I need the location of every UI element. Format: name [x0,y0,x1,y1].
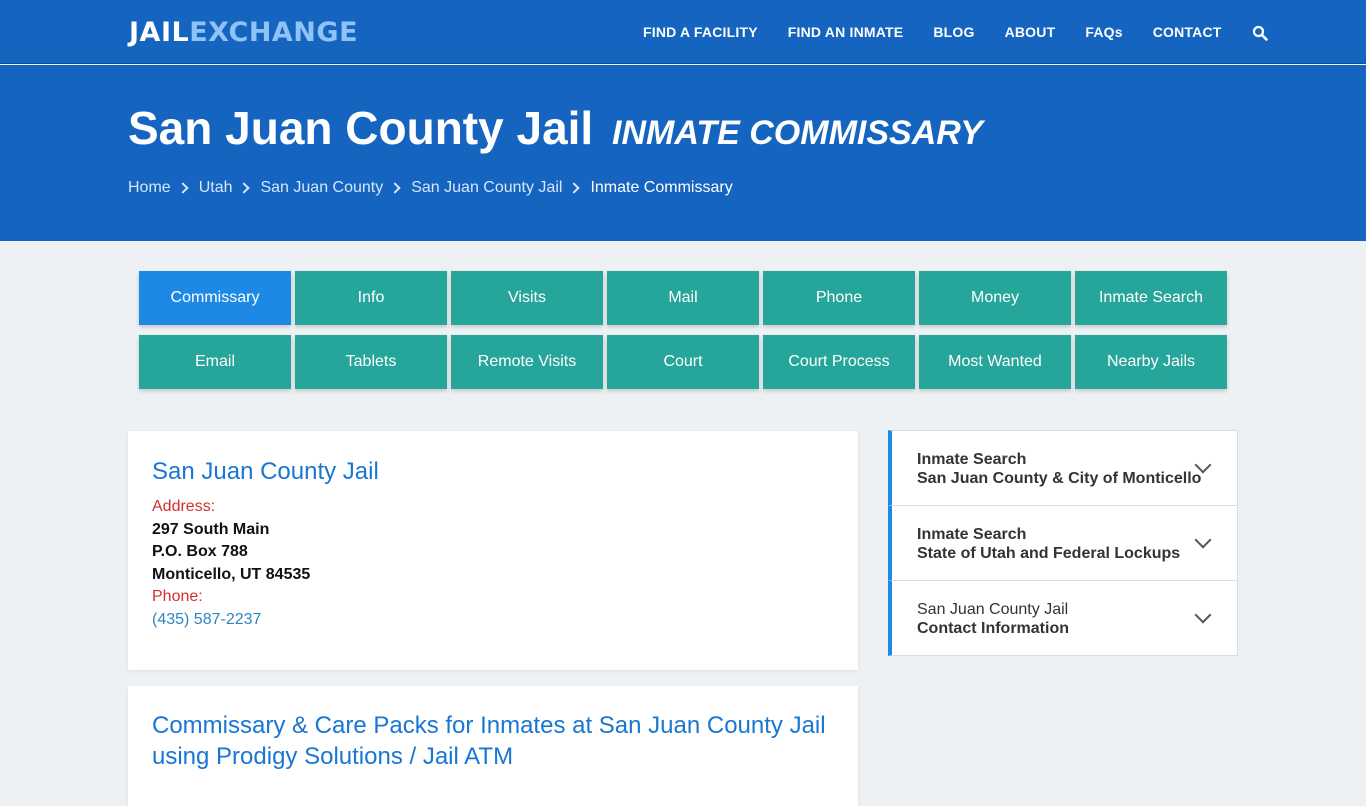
tab-court-process[interactable]: Court Process [763,335,915,389]
site-logo[interactable]: JAILEXCHANGE [129,17,358,48]
tab-tablets[interactable]: Tablets [295,335,447,389]
main-nav: FIND A FACILITY FIND AN INMATE BLOG ABOU… [643,0,1268,64]
accordion-subtitle: Contact Information [917,620,1069,637]
chevron-right-icon [389,182,401,194]
page-title-main: San Juan County Jail [128,102,594,154]
commissary-card: Commissary & Care Packs for Inmates at S… [128,686,858,806]
sidebar-accordion: Inmate Search San Juan County & City of … [888,430,1238,656]
section-tabs: Commissary Info Visits Mail Phone Money … [139,271,1229,389]
address-line: Monticello, UT 84535 [152,565,311,583]
address-line: 297 South Main [152,520,270,538]
nav-find-facility[interactable]: FIND A FACILITY [643,24,758,40]
accordion-subtitle: San Juan County & City of Monticello [917,470,1202,487]
nav-faqs[interactable]: FAQs [1085,24,1122,40]
logo-part-2: EXCHANGE [189,17,359,48]
tab-phone[interactable]: Phone [763,271,915,325]
accordion-title: San Juan County Jail [917,601,1069,618]
chevron-right-icon [238,182,251,194]
breadcrumb: Home Utah San Juan County San Juan Count… [128,179,733,197]
tab-visits[interactable]: Visits [451,271,603,325]
address-line: P.O. Box 788 [152,543,248,560]
tab-money[interactable]: Money [919,271,1071,325]
tab-mail[interactable]: Mail [607,271,759,325]
tab-commissary[interactable]: Commissary [139,271,291,325]
nav-about[interactable]: ABOUT [1005,24,1056,40]
breadcrumb-facility[interactable]: San Juan County Jail [411,179,562,197]
breadcrumb-county[interactable]: San Juan County [260,179,383,197]
breadcrumb-home[interactable]: Home [128,179,171,197]
chevron-right-icon [568,182,581,194]
breadcrumb-current: Inmate Commissary [590,179,733,196]
address-label: Address: [152,498,216,515]
top-navbar: JAILEXCHANGE FIND A FACILITY FIND AN INM… [0,0,1366,64]
accordion-title: Inmate Search [917,451,1027,468]
accordion-item-state-search[interactable]: Inmate Search State of Utah and Federal … [888,505,1238,581]
tab-inmate-search[interactable]: Inmate Search [1075,271,1227,325]
tab-remote-visits[interactable]: Remote Visits [451,335,603,389]
nav-contact[interactable]: CONTACT [1153,24,1222,40]
page-title: San Juan County Jail Inmate Commissary [128,101,983,155]
accordion-item-contact-info[interactable]: San Juan County Jail Contact Information [888,580,1238,656]
facility-info: Address: 297 South Main P.O. Box 788 Mon… [152,496,310,631]
chevron-right-icon [177,182,189,194]
commissary-heading: Commissary & Care Packs for Inmates at S… [152,712,826,770]
tab-court[interactable]: Court [607,335,759,389]
tab-info[interactable]: Info [295,271,447,325]
tab-nearby-jails[interactable]: Nearby Jails [1075,335,1227,389]
page-title-subtitle: Inmate Commissary [612,114,983,152]
nav-find-inmate[interactable]: FIND AN INMATE [788,24,904,40]
nav-blog[interactable]: BLOG [933,24,974,40]
accordion-title: Inmate Search [917,526,1027,543]
accordion-subtitle: State of Utah and Federal Lockups [917,545,1181,562]
chevron-down-icon[interactable] [1194,531,1212,549]
facility-contact-card: San Juan County Jail Address: 297 South … [128,431,858,670]
breadcrumb-state[interactable]: Utah [199,179,233,197]
tab-email[interactable]: Email [139,335,291,389]
accordion-item-county-search[interactable]: Inmate Search San Juan County & City of … [888,430,1238,506]
facility-name-heading[interactable]: San Juan County Jail [152,458,379,486]
phone-label: Phone: [152,588,203,605]
tab-most-wanted[interactable]: Most Wanted [919,335,1071,389]
search-icon[interactable] [1252,25,1268,41]
page-header: San Juan County Jail Inmate Commissary H… [0,65,1366,241]
logo-part-1: JAIL [129,17,190,48]
chevron-down-icon[interactable] [1194,606,1212,624]
phone-link[interactable]: (435) 587-2237 [152,609,310,632]
